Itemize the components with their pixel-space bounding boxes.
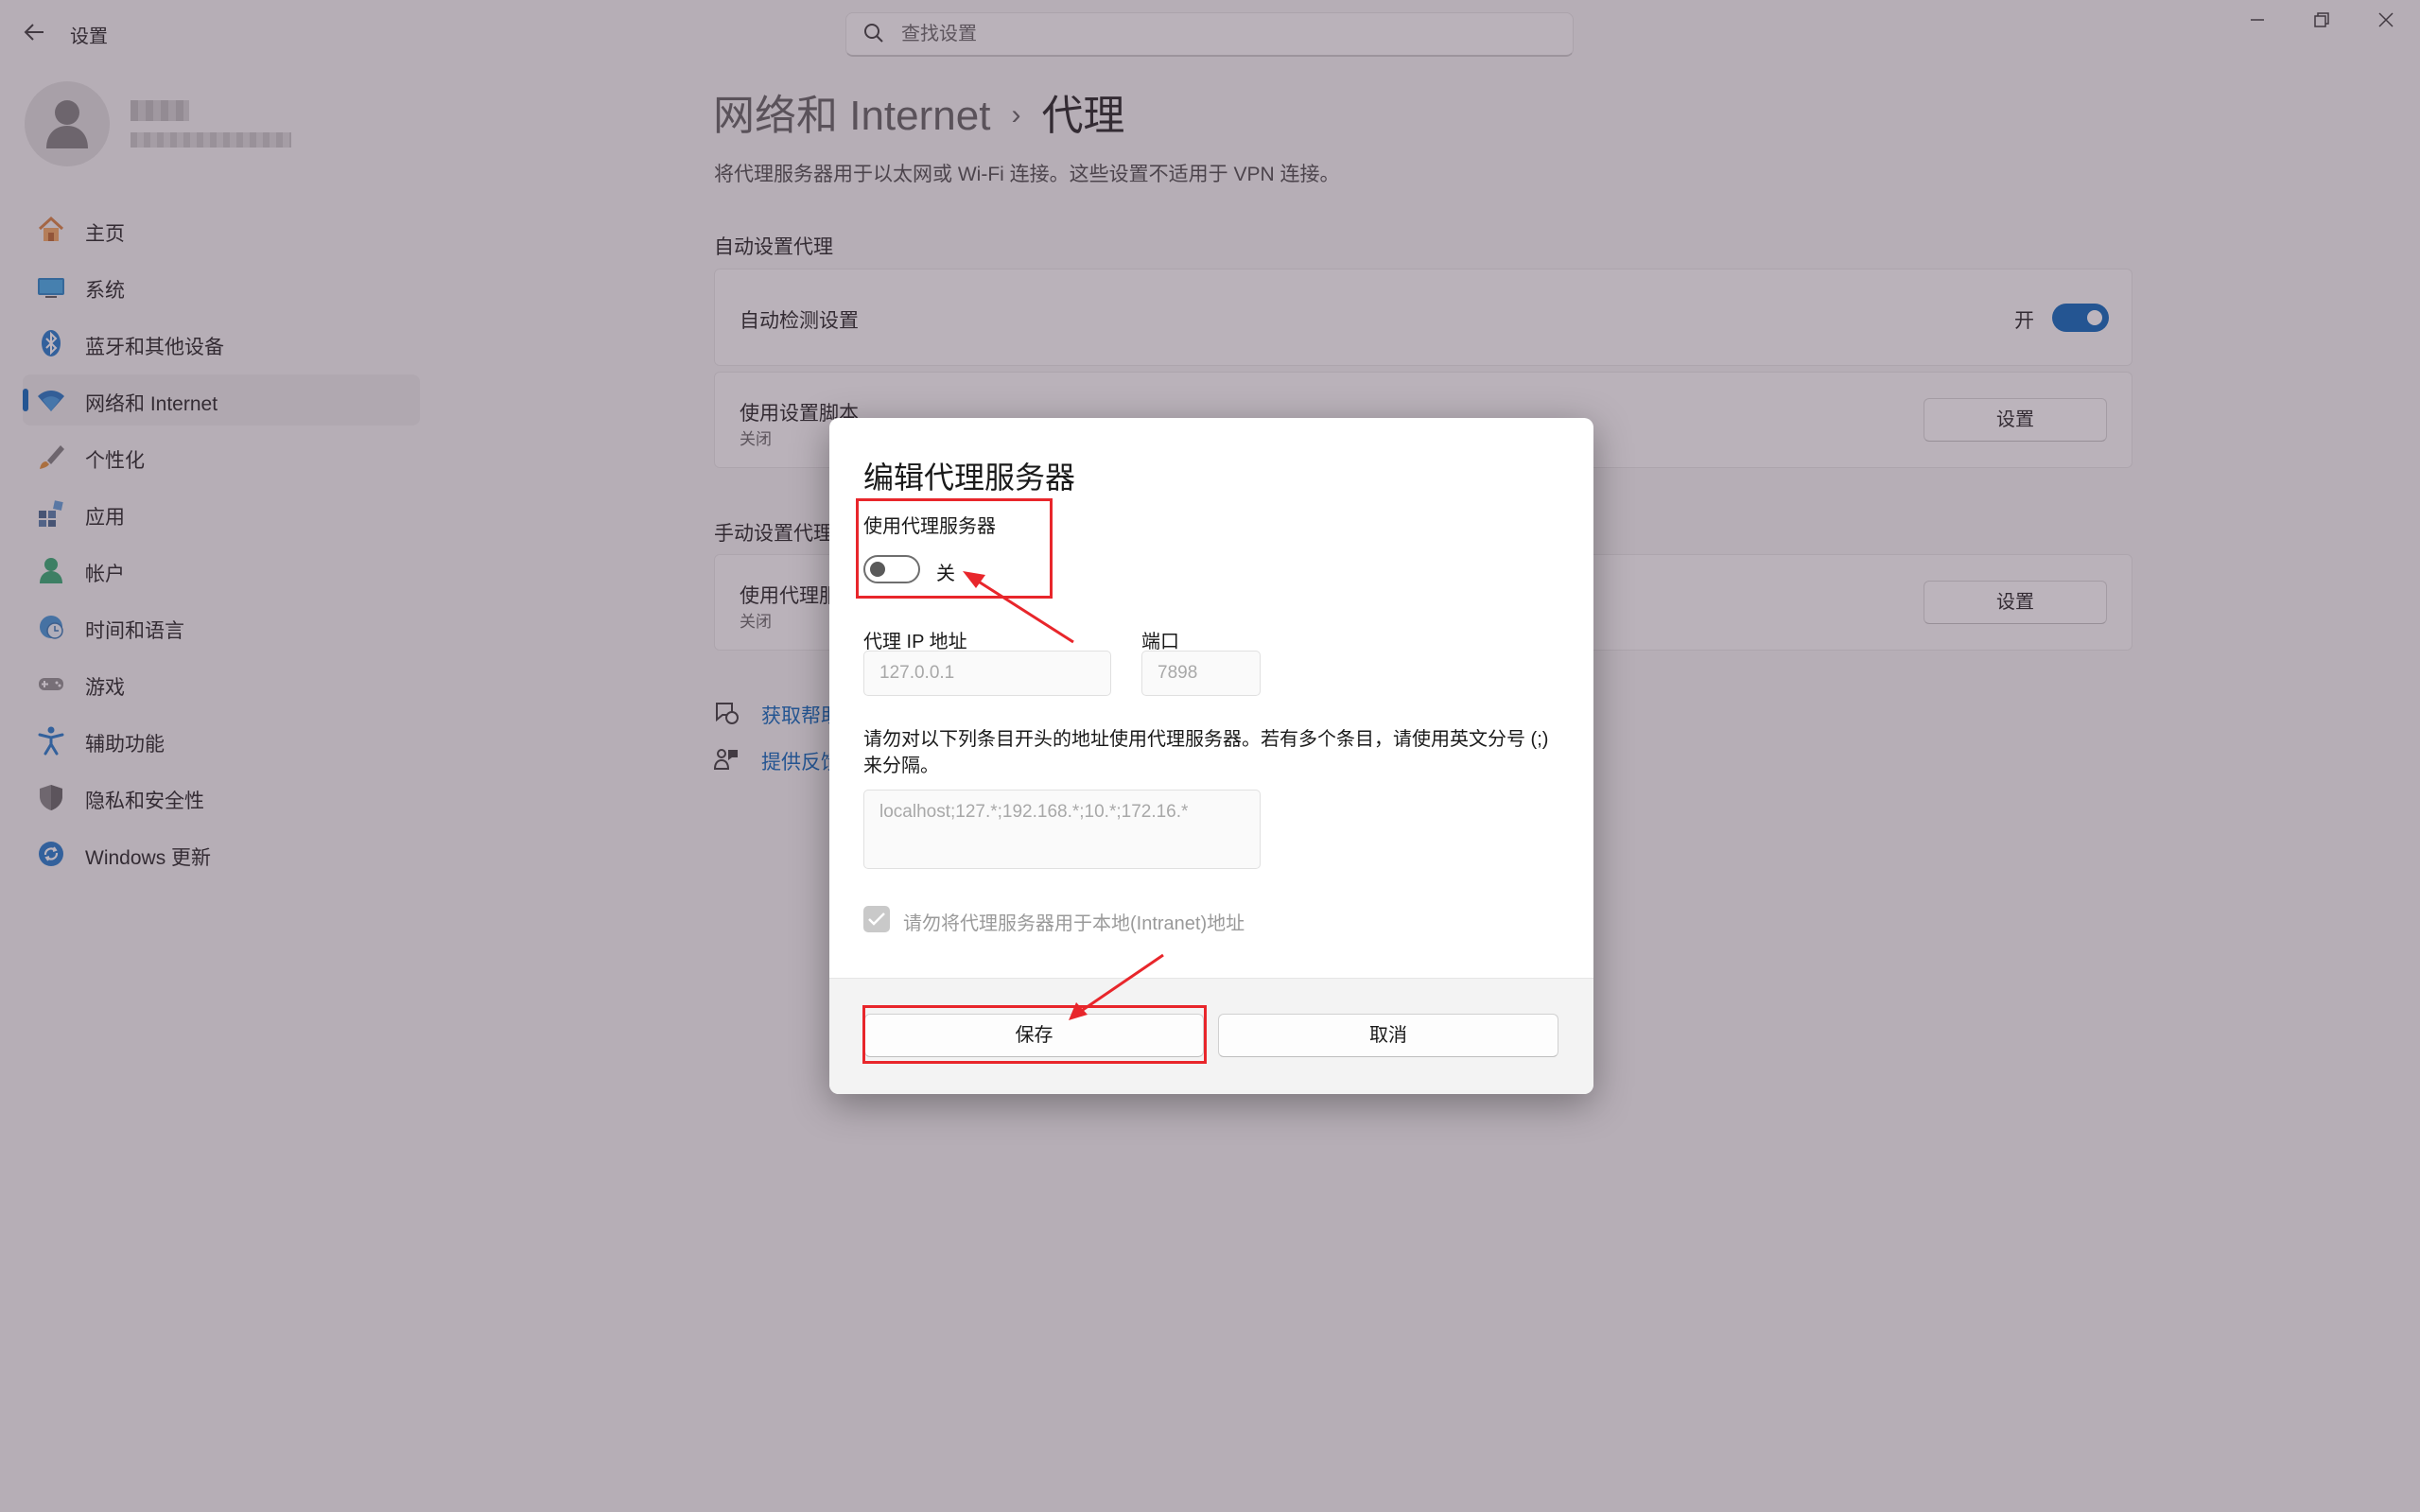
annotation-arrow-save: [1069, 953, 1164, 1020]
settings-window: 设置 主页 系统 蓝牙和其他设备 网络和 Intern: [0, 0, 2420, 1512]
annotation-arrow-toggle: [963, 571, 1074, 644]
annotation-arrows: [963, 571, 1164, 1020]
